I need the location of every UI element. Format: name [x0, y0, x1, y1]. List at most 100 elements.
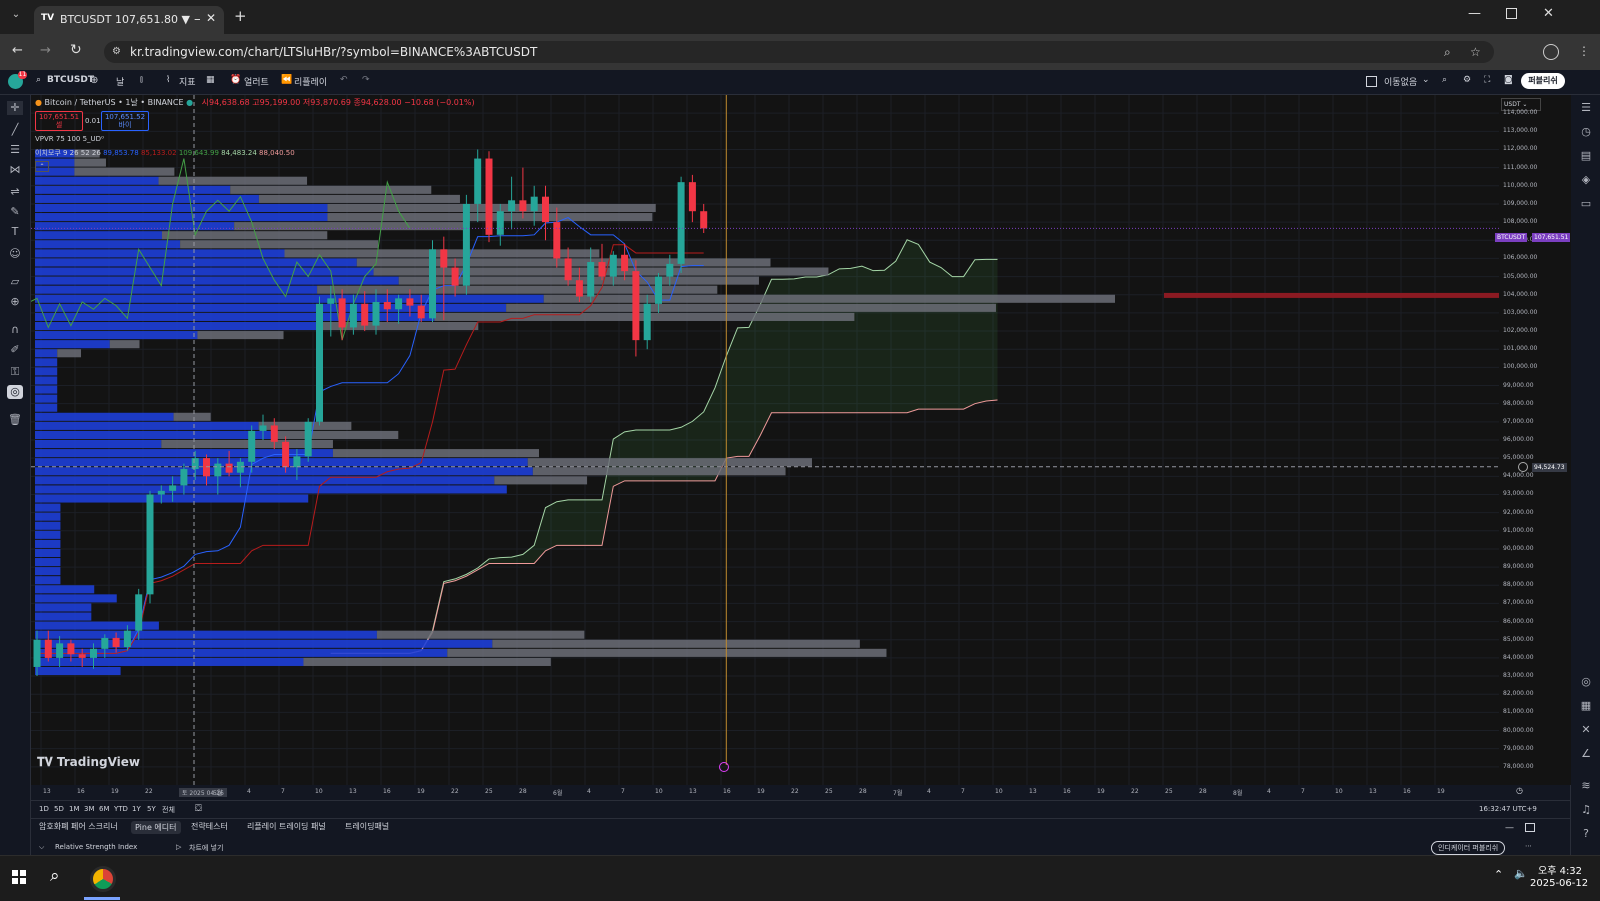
help-icon[interactable]: ?: [1578, 827, 1594, 841]
url-bar[interactable]: ⚙ kr.tradingview.com/chart/LTSluHBr/?sym…: [104, 41, 1494, 63]
alert-icon[interactable]: ⏰: [230, 75, 241, 85]
volume-icon[interactable]: 🔈: [1514, 867, 1528, 880]
back-icon[interactable]: ←: [12, 43, 23, 58]
legend-symbol[interactable]: Bitcoin / TetherUS • 1날 • BINANCE: [45, 98, 184, 107]
signal-icon[interactable]: ≋: [1578, 779, 1594, 793]
event-marker-icon[interactable]: [719, 762, 729, 772]
chart-pane[interactable]: ● Bitcoin / TetherUS • 1날 • BINANCE ● 시9…: [31, 95, 1571, 785]
close-window-icon[interactable]: ✕: [1543, 6, 1554, 21]
magnet-icon[interactable]: ∩: [7, 323, 23, 337]
timeframe-button[interactable]: 5D: [54, 805, 64, 813]
zoom-in-icon[interactable]: ⊕: [7, 295, 23, 309]
settings-gear-icon[interactable]: ⚙: [1463, 75, 1471, 85]
chrome-app-icon[interactable]: [90, 866, 116, 892]
zoom-icon[interactable]: ⌕: [1444, 41, 1451, 63]
compare-symbol-icon[interactable]: ⊕: [90, 75, 98, 86]
candle-type-icon[interactable]: ⫾: [140, 75, 143, 85]
lock-drawing-icon[interactable]: ✐: [7, 343, 23, 357]
browser-menu-icon[interactable]: ⋮: [1578, 44, 1590, 58]
calendar-icon[interactable]: ▦: [1578, 699, 1594, 713]
vpvr-legend[interactable]: VPVR 75 100 5_UD⁰: [35, 135, 104, 143]
layers-icon[interactable]: ◈: [1578, 173, 1594, 187]
symbol-search[interactable]: BTCUSDT: [47, 75, 94, 85]
pattern-icon[interactable]: ⋈: [7, 163, 23, 177]
restore-icon[interactable]: [1506, 8, 1517, 19]
indicators-button[interactable]: 지표: [179, 75, 196, 88]
timeframe-button[interactable]: 1Y: [132, 805, 141, 813]
interval-selector[interactable]: 날: [116, 75, 124, 88]
snapshot-camera-icon[interactable]: ◙: [1504, 75, 1513, 85]
windows-start-icon[interactable]: [12, 870, 27, 885]
site-info-icon[interactable]: ⚙: [112, 41, 121, 63]
chat-icon[interactable]: ▭: [1578, 197, 1594, 211]
publish-button[interactable]: 퍼블리쉬: [1521, 73, 1565, 89]
templates-icon[interactable]: ▦: [206, 75, 215, 85]
minimize-icon[interactable]: —: [1468, 6, 1481, 21]
price-axis[interactable]: USDT ⌄ 114,000.00 113,000.00 112,000.00 111…: [1495, 95, 1571, 785]
publish-indicator-button[interactable]: 인디케이터 퍼블리쉬: [1431, 841, 1506, 855]
ideas-icon[interactable]: ✕: [1578, 723, 1594, 737]
news-icon[interactable]: ▤: [1578, 149, 1594, 163]
watchlist-icon[interactable]: ☰: [1578, 101, 1594, 115]
bottom-tab[interactable]: 리플레이 트레이딩 패널: [247, 821, 326, 832]
profile-icon[interactable]: [1543, 44, 1559, 60]
fullscreen-icon[interactable]: ⛶: [1484, 75, 1490, 85]
minimize-panel-icon[interactable]: —: [1505, 823, 1514, 833]
reload-icon[interactable]: ↻: [70, 42, 82, 58]
fib-retracement-icon[interactable]: ☰: [7, 143, 23, 157]
bottom-tab[interactable]: 암호화폐 페어 스크리너: [39, 821, 118, 832]
play-icon[interactable]: ▷: [176, 843, 181, 851]
timeframe-button[interactable]: 전체: [162, 805, 175, 815]
prediction-icon[interactable]: ⇌: [7, 185, 23, 199]
script-chevron-icon[interactable]: ⌵: [39, 843, 44, 852]
maximize-panel-icon[interactable]: [1525, 823, 1535, 832]
taskbar-date[interactable]: 2025-06-12: [1530, 878, 1588, 889]
timeframe-button[interactable]: 6M: [99, 805, 110, 813]
emoji-icon[interactable]: ☺: [7, 247, 23, 261]
bottom-tab[interactable]: Pine 에디터: [131, 821, 181, 834]
taskbar-time[interactable]: 오후 4:32: [1538, 862, 1582, 877]
time-axis[interactable]: 13 16 19 22 토 2025 04 26 5월 4 7 10 13 16 19 22 25 28 6월…: [31, 785, 1570, 799]
target-icon[interactable]: ◎: [1578, 675, 1594, 689]
price-chart[interactable]: [31, 95, 1571, 785]
layout-chevron-down-icon[interactable]: ⌄: [1422, 75, 1430, 85]
more-options-icon[interactable]: ⋯: [1525, 842, 1532, 850]
undo-icon[interactable]: ↶: [340, 75, 348, 85]
replay-icon[interactable]: ⏪: [281, 75, 292, 85]
new-tab-icon[interactable]: +: [234, 7, 247, 25]
tray-chevron-icon[interactable]: ⌃: [1494, 868, 1503, 881]
trash-icon[interactable]: 🗑: [7, 413, 23, 427]
layout-icon[interactable]: [1366, 76, 1377, 87]
trend-line-icon[interactable]: ╱: [7, 123, 23, 137]
timeframe-button[interactable]: 1D: [39, 805, 49, 813]
collapse-legend-icon[interactable]: ⌃: [35, 161, 49, 172]
quick-search-icon[interactable]: ⌕: [1442, 75, 1447, 85]
hide-drawings-icon[interactable]: ◎: [7, 385, 23, 399]
tab-list-icon[interactable]: ⌄: [8, 9, 24, 25]
script-name[interactable]: Relative Strength Index: [55, 843, 137, 851]
go-to-date-icon[interactable]: ◷: [1516, 786, 1523, 795]
bottom-tab[interactable]: 트레이딩패널: [345, 821, 389, 832]
crosshair-target-icon[interactable]: [1518, 462, 1528, 472]
add-to-chart-button[interactable]: 차트에 넣기: [189, 843, 223, 853]
indicators-icon[interactable]: ⌇: [166, 75, 170, 85]
browser-tab[interactable]: TV BTCUSDT 107,651.80 ▼ −0.91 ✕: [34, 6, 224, 34]
timeframe-button[interactable]: YTD: [114, 805, 128, 813]
ruler-icon[interactable]: ▱: [7, 275, 23, 289]
bookmark-star-icon[interactable]: ☆: [1470, 41, 1481, 63]
timeframe-button[interactable]: 3M: [84, 805, 95, 813]
buy-button[interactable]: 107,651.52 바이: [101, 111, 149, 131]
timeframe-button[interactable]: 5Y: [147, 805, 156, 813]
timeframe-button[interactable]: 1M: [69, 805, 80, 813]
date-range-icon[interactable]: ⛋: [195, 804, 202, 814]
clock-readout[interactable]: 16:32:47 UTC+9: [1479, 805, 1537, 813]
alerts-clock-icon[interactable]: ◷: [1578, 125, 1594, 139]
crosshair-icon[interactable]: ✛: [7, 101, 23, 115]
sell-button[interactable]: 107,651.51 셀: [35, 111, 83, 131]
forward-icon[interactable]: →: [40, 43, 51, 58]
bell-icon[interactable]: ♫: [1578, 803, 1594, 817]
redo-icon[interactable]: ↷: [362, 75, 370, 85]
brush-icon[interactable]: ✎: [7, 205, 23, 219]
close-tab-icon[interactable]: ✕: [206, 11, 216, 25]
text-icon[interactable]: T: [7, 225, 23, 239]
